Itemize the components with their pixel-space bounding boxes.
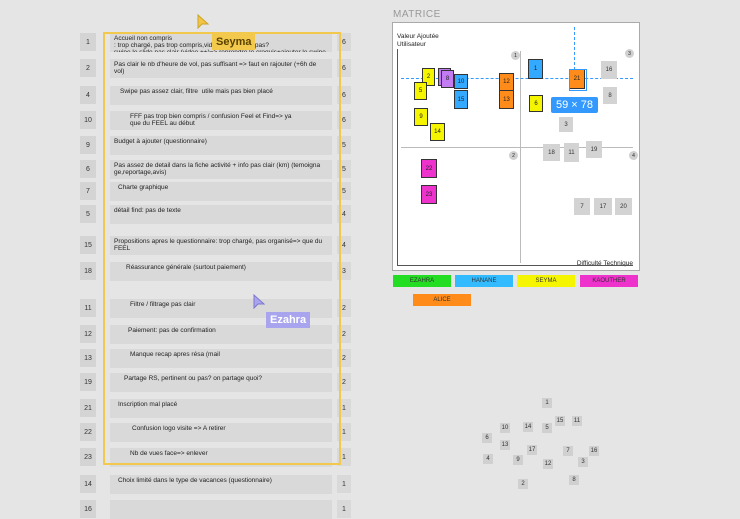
y-axis (397, 49, 398, 265)
sticky-note[interactable]: 11 (564, 143, 579, 162)
sticky-note[interactable]: 23 (421, 185, 437, 204)
legend-item: KAOUTHER (580, 275, 638, 287)
loose-sticky-note[interactable]: 16 (589, 446, 599, 456)
sticky-note[interactable]: 8 (441, 70, 454, 88)
legend-item: ALICE (413, 294, 471, 306)
loose-sticky-note[interactable]: 2 (518, 479, 528, 489)
quadrant-marker: 2 (509, 151, 518, 160)
selection-frame[interactable] (103, 32, 341, 465)
matrix-board[interactable]: Valeur Ajoutée Utilisateur Difficulté Te… (392, 22, 640, 271)
loose-sticky-note[interactable]: 11 (572, 416, 582, 426)
row-score[interactable]: 1 (337, 475, 351, 493)
legend-item: HANANE (455, 275, 513, 287)
quadrant-marker: 4 (629, 151, 638, 160)
loose-sticky-note[interactable]: 9 (513, 455, 523, 465)
cursor-seyma-icon (197, 14, 210, 30)
cursor-ezahra-label: Ezahra (266, 312, 311, 328)
sticky-note[interactable]: 17 (594, 198, 612, 215)
row-number[interactable]: 12 (80, 325, 96, 343)
row-score[interactable]: 1 (337, 500, 351, 518)
loose-sticky-note[interactable]: 17 (527, 445, 537, 455)
sticky-note[interactable]: 9 (414, 108, 428, 126)
row-number[interactable]: 9 (80, 136, 96, 154)
row-number[interactable]: 7 (80, 182, 96, 200)
sticky-note[interactable]: 19 (586, 141, 602, 158)
loose-sticky-note[interactable]: 3 (578, 457, 588, 467)
row-number[interactable]: 15 (80, 236, 96, 254)
sticky-note[interactable]: 20 (615, 198, 632, 215)
sticky-note[interactable]: 3 (559, 117, 573, 132)
row-number[interactable]: 2 (80, 59, 96, 77)
cursor-seyma-label: Seyma (212, 34, 256, 50)
y-axis-label: Valeur Ajoutée Utilisateur (397, 33, 439, 48)
selection-handles[interactable] (569, 69, 587, 91)
loose-sticky-note[interactable]: 15 (555, 416, 565, 426)
loose-sticky-note[interactable]: 4 (483, 454, 493, 464)
sticky-note[interactable]: 10 (454, 74, 468, 89)
list-item[interactable] (110, 500, 332, 519)
guide-line-horizontal (401, 78, 633, 79)
sticky-note[interactable]: 16 (601, 61, 617, 79)
row-number[interactable]: 4 (80, 86, 96, 104)
matrix-title: MATRICE (393, 9, 441, 20)
legend-item: EZAHRA (393, 275, 451, 287)
row-number[interactable]: 1 (80, 33, 96, 51)
row-number[interactable]: 14 (80, 475, 96, 493)
sticky-note[interactable]: 18 (543, 144, 560, 161)
loose-sticky-note[interactable]: 13 (500, 440, 510, 450)
sticky-note[interactable]: 15 (454, 90, 468, 109)
quadrant-marker: 1 (511, 51, 520, 60)
sticky-note[interactable]: 22 (421, 159, 437, 178)
row-number[interactable]: 22 (80, 423, 96, 441)
row-number[interactable]: 21 (80, 399, 96, 417)
sticky-note[interactable]: 7 (574, 198, 590, 215)
loose-sticky-note[interactable]: 10 (500, 423, 510, 433)
row-text: Choix limité dans le type de vacances (q… (118, 477, 272, 484)
row-number[interactable]: 11 (80, 299, 96, 317)
loose-sticky-note[interactable]: 6 (482, 433, 492, 443)
sticky-note[interactable]: 14 (430, 123, 445, 141)
sticky-note[interactable]: 1 (528, 59, 543, 79)
sticky-note[interactable]: 6 (529, 95, 543, 112)
loose-sticky-note[interactable]: 5 (542, 423, 552, 433)
loose-sticky-note[interactable]: 1 (542, 398, 552, 408)
row-number[interactable]: 16 (80, 500, 96, 518)
row-number[interactable]: 10 (80, 111, 96, 129)
row-number[interactable]: 6 (80, 160, 96, 178)
row-number[interactable]: 5 (80, 205, 96, 223)
sticky-note[interactable]: 5 (414, 82, 427, 100)
cursor-ezahra-icon (253, 294, 266, 310)
sticky-note[interactable]: 12 (499, 73, 514, 91)
loose-sticky-note[interactable]: 7 (563, 446, 573, 456)
row-number[interactable]: 19 (80, 373, 96, 391)
loose-sticky-note[interactable]: 12 (543, 459, 553, 469)
quadrant-divider-vertical (520, 51, 521, 263)
sticky-note[interactable]: 8 (603, 87, 617, 104)
loose-sticky-note[interactable]: 14 (523, 422, 533, 432)
legend-item: SEYMA (517, 275, 575, 287)
row-number[interactable]: 23 (80, 448, 96, 466)
x-axis (397, 265, 633, 266)
list-item[interactable]: Choix limité dans le type de vacances (q… (110, 475, 332, 494)
row-number[interactable]: 18 (80, 262, 96, 280)
loose-sticky-note[interactable]: 8 (569, 475, 579, 485)
sticky-note[interactable]: 13 (499, 90, 514, 109)
row-number[interactable]: 13 (80, 349, 96, 367)
quadrant-marker: 3 (625, 49, 634, 58)
selection-size-badge: 59 × 78 (551, 97, 599, 113)
